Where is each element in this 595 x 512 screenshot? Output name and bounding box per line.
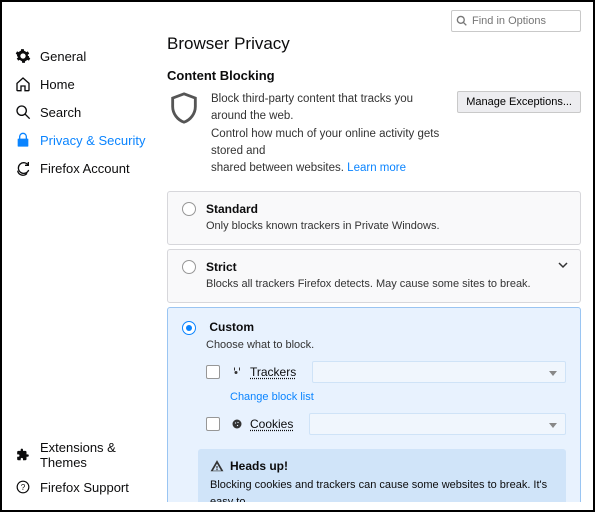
option-strict[interactable]: Strict Blocks all trackers Firefox detec… [167, 249, 581, 303]
search-wrap [451, 10, 581, 32]
sidebar-item-label: Firefox Support [40, 480, 129, 495]
option-custom: Custom Choose what to block. Trackers Ch… [167, 307, 581, 502]
trackers-dropdown[interactable] [312, 361, 566, 383]
puzzle-icon [14, 446, 32, 464]
sync-icon [14, 159, 32, 177]
trackers-label: Trackers [250, 365, 296, 379]
warning-line-1: Blocking cookies and trackers can cause … [210, 479, 547, 502]
option-desc: Blocks all trackers Firefox detects. May… [206, 278, 566, 290]
option-label: Strict [206, 260, 237, 274]
sidebar-item-general[interactable]: General [10, 42, 160, 70]
sidebar-item-label: Privacy & Security [40, 133, 145, 148]
cookies-label: Cookies [250, 417, 293, 431]
sidebar: General Home Search Privacy & Security F… [10, 42, 160, 182]
option-desc: Only blocks known trackers in Private Wi… [206, 220, 566, 232]
change-block-list-link[interactable]: Change block list [230, 391, 566, 403]
search-input[interactable] [451, 10, 581, 32]
shield-icon [167, 91, 201, 125]
help-icon: ? [14, 478, 32, 496]
search-icon [14, 103, 32, 121]
intro-line-2: Control how much of your online activity… [211, 128, 439, 157]
option-label: Standard [206, 202, 258, 216]
warning-title: Heads up! [230, 459, 288, 473]
cookies-row: Cookies [206, 413, 566, 435]
sidebar-item-label: Search [40, 105, 81, 120]
sidebar-item-privacy[interactable]: Privacy & Security [10, 126, 160, 154]
trackers-icon [230, 365, 244, 379]
lock-icon [14, 131, 32, 149]
checkbox-trackers[interactable] [206, 365, 220, 379]
sidebar-item-home[interactable]: Home [10, 70, 160, 98]
intro-text: Block third-party content that tracks yo… [211, 91, 449, 177]
home-icon [14, 75, 32, 93]
trackers-row: Trackers [206, 361, 566, 383]
sidebar-item-account[interactable]: Firefox Account [10, 154, 160, 182]
manage-exceptions-button[interactable]: Manage Exceptions... [457, 91, 581, 113]
sidebar-item-label: General [40, 49, 86, 64]
section-title: Content Blocking [167, 68, 581, 83]
cookie-icon [230, 417, 244, 431]
option-desc: Choose what to block. [206, 339, 566, 351]
sidebar-bottom: Extensions & Themes ? Firefox Support [10, 436, 170, 500]
sidebar-item-label: Home [40, 77, 75, 92]
option-standard[interactable]: Standard Only blocks known trackers in P… [167, 191, 581, 245]
gear-icon [14, 47, 32, 65]
page-title: Browser Privacy [167, 34, 581, 54]
radio-custom[interactable] [182, 321, 196, 335]
content-blocking-intro: Block third-party content that tracks yo… [167, 91, 581, 177]
svg-text:?: ? [21, 483, 26, 492]
radio-standard[interactable] [182, 202, 196, 216]
content-area: Browser Privacy Content Blocking Block t… [167, 34, 581, 502]
radio-strict[interactable] [182, 260, 196, 274]
option-label: Custom [209, 320, 254, 334]
sidebar-item-support[interactable]: ? Firefox Support [10, 474, 170, 500]
search-icon [456, 15, 467, 29]
warning-icon [210, 459, 224, 473]
sidebar-item-extensions[interactable]: Extensions & Themes [10, 436, 170, 474]
intro-line-3: shared between websites. [211, 162, 344, 174]
checkbox-cookies[interactable] [206, 417, 220, 431]
learn-more-link[interactable]: Learn more [347, 162, 406, 174]
intro-line-1: Block third-party content that tracks yo… [211, 93, 413, 122]
chevron-down-icon[interactable] [558, 260, 568, 273]
cookies-dropdown[interactable] [309, 413, 566, 435]
warning-body: Blocking cookies and trackers can cause … [210, 477, 554, 502]
sidebar-item-search[interactable]: Search [10, 98, 160, 126]
sidebar-item-label: Extensions & Themes [40, 440, 166, 470]
warning-box: Heads up! Blocking cookies and trackers … [198, 449, 566, 502]
sidebar-item-label: Firefox Account [40, 161, 130, 176]
